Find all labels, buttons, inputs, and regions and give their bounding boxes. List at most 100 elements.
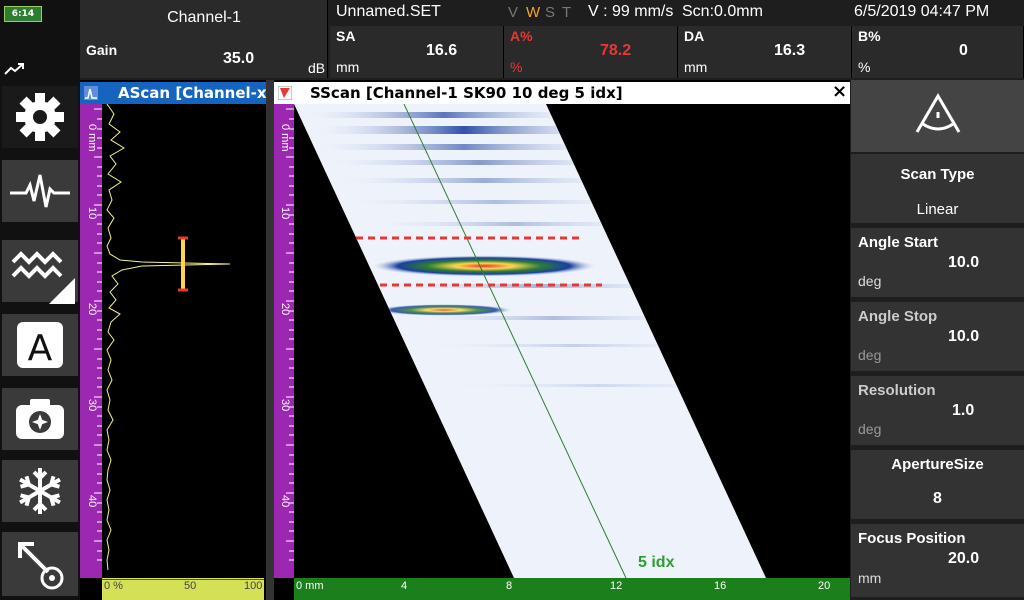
ascan-vtick-3: 30	[86, 399, 98, 412]
angle-stop-unit: deg	[858, 347, 882, 363]
ascan-depth-ruler[interactable]: 0 mm 10 20 30 40	[80, 104, 102, 578]
ascan-waveform	[106, 104, 231, 571]
scan-position: Scn:0.0mm	[682, 3, 763, 20]
focus-position-unit: mm	[858, 570, 882, 586]
angle-start-value: 10.0	[948, 254, 980, 271]
index-cursor-label: 5 idx	[638, 554, 675, 571]
da-label: DA	[684, 28, 705, 44]
ascan-view-icon	[84, 86, 98, 100]
sscan-htick-3: 12	[610, 580, 623, 592]
sscan-depth-ruler[interactable]: 10 20 30 40 0 mm	[274, 104, 294, 578]
a-percent-label: A%	[510, 28, 533, 44]
gain-cell[interactable]: Gain 35.0 dB	[80, 40, 328, 78]
a-percent-cell[interactable]: A% 78.2 %	[504, 26, 678, 78]
ascan-vtick-4: 40	[86, 495, 98, 508]
letter-v: V	[508, 4, 519, 21]
resolution-item[interactable]: Resolution 1.0 deg	[851, 376, 1024, 448]
angle-start-item[interactable]: Angle Start 10.0 deg	[851, 228, 1024, 300]
da-unit: mm	[684, 59, 708, 75]
sscan-vtick-4: 40	[279, 495, 291, 508]
gain-value: 35.0	[223, 50, 255, 67]
sscan-htick-5: 20	[818, 580, 831, 592]
ascan-vtick-0: 0 mm	[86, 124, 98, 152]
camera-icon	[16, 399, 64, 439]
sa-cell[interactable]: SA 16.6 mm	[330, 26, 504, 78]
cursor-tool-button[interactable]	[2, 532, 78, 600]
sscan-vtick-3: 30	[279, 399, 291, 412]
sscan-close-button[interactable]: ×	[832, 82, 847, 103]
ascan-title: AScan [Channel-x...	[118, 84, 266, 102]
a-percent-unit: %	[510, 59, 523, 75]
sscan-position-ruler[interactable]: 0 mm 4 8 12 16 20	[294, 578, 850, 600]
angle-start-label: Angle Start	[858, 234, 939, 251]
sscan-htick-0: 0 mm	[296, 580, 324, 592]
sa-value: 16.6	[426, 42, 458, 59]
panel-divider[interactable]	[266, 80, 274, 600]
b-percent-value: 0	[959, 42, 968, 59]
angle-start-unit: deg	[858, 273, 882, 289]
focus-position-label: Focus Position	[858, 530, 966, 547]
b-percent-unit: %	[858, 59, 871, 75]
setup-file: Unnamed.SET	[336, 3, 441, 20]
letter-w: W	[526, 4, 541, 21]
sscan-image[interactable]: 5 idx	[294, 104, 850, 578]
ascan-gate[interactable]	[178, 236, 188, 292]
channel-cell[interactable]: Channel-1	[80, 0, 328, 40]
ascan-vtick-2: 20	[86, 303, 98, 316]
camera-button[interactable]	[2, 388, 78, 454]
pulser-button[interactable]	[2, 160, 78, 226]
letter-a-icon: A	[17, 322, 63, 369]
freeze-button[interactable]	[2, 460, 78, 526]
focus-position-item[interactable]: Focus Position 20.0 mm	[851, 524, 1024, 600]
sscan-vtick-2: 20	[279, 303, 291, 316]
ascan-vtick-1: 10	[86, 207, 98, 220]
sscan-vtick-1: 10	[279, 207, 291, 220]
probe-button[interactable]	[851, 80, 1024, 152]
ascan-amplitude-ruler[interactable]: 0 % 50 100	[102, 578, 264, 600]
scan-type-value: Linear	[916, 201, 959, 218]
ascan-htick-0: 0 %	[104, 580, 123, 592]
sa-label: SA	[336, 28, 356, 44]
status-bar: Unnamed.SET V W S T V : 99 mm/s Scn:0.0m…	[330, 0, 850, 26]
sscan-vtick-0: 0 mm	[279, 124, 291, 152]
resolution-unit: deg	[858, 421, 882, 437]
sector-probe-icon	[915, 93, 961, 133]
da-cell[interactable]: DA 16.3 mm	[678, 26, 852, 78]
datetime: 6/5/2019 04:47 PM	[854, 3, 990, 20]
aperture-size-label: ApertureSize	[891, 456, 984, 473]
aperture-size-item[interactable]: ApertureSize 8	[851, 450, 1024, 522]
angle-stop-item[interactable]: Angle Stop 10.0 deg	[851, 302, 1024, 374]
ascan-htick-2: 100	[244, 580, 263, 592]
b-percent-cell[interactable]: B% 0 %	[852, 26, 1024, 78]
velocity: V : 99 mm/s	[588, 3, 674, 20]
scan-type-label: Scan Type	[900, 166, 975, 183]
channel-name: Channel-1	[167, 9, 241, 26]
angle-stop-label: Angle Stop	[858, 308, 938, 325]
angle-stop-value: 10.0	[948, 328, 980, 345]
ascan-panel[interactable]: AScan [Channel-x... 0	[80, 80, 266, 600]
ascan-htick-1: 50	[184, 580, 197, 592]
zigzag-icon	[11, 251, 75, 304]
sscan-htick-1: 4	[401, 580, 408, 592]
sscan-view-icon	[278, 86, 292, 100]
arrow-target-icon	[18, 542, 64, 590]
battery-indicator: 6:14	[4, 6, 42, 22]
sscan-panel[interactable]: SScan [Channel-1 SK90 10 deg 5 idx] × 10…	[274, 80, 850, 600]
trend-icon[interactable]	[4, 62, 26, 76]
ascan-title-bar[interactable]: AScan [Channel-x...	[80, 82, 266, 104]
sscan-htick-2: 8	[506, 580, 513, 592]
settings-button[interactable]	[2, 86, 78, 152]
gain-label: Gain	[86, 42, 118, 58]
snowflake-icon	[19, 468, 61, 514]
aperture-size-value: 8	[933, 490, 942, 507]
receiver-button[interactable]	[2, 240, 78, 306]
scan-type-item[interactable]: Scan Type Linear	[851, 154, 1024, 226]
gain-unit: dB	[308, 60, 326, 76]
letter-s: S	[545, 4, 556, 21]
resolution-label: Resolution	[858, 382, 936, 399]
a-percent-value: 78.2	[600, 42, 632, 59]
letter-t: T	[562, 4, 572, 21]
text-button[interactable]: A	[2, 314, 78, 380]
sscan-title-bar[interactable]: SScan [Channel-1 SK90 10 deg 5 idx] ×	[274, 82, 850, 104]
sa-unit: mm	[336, 59, 360, 75]
